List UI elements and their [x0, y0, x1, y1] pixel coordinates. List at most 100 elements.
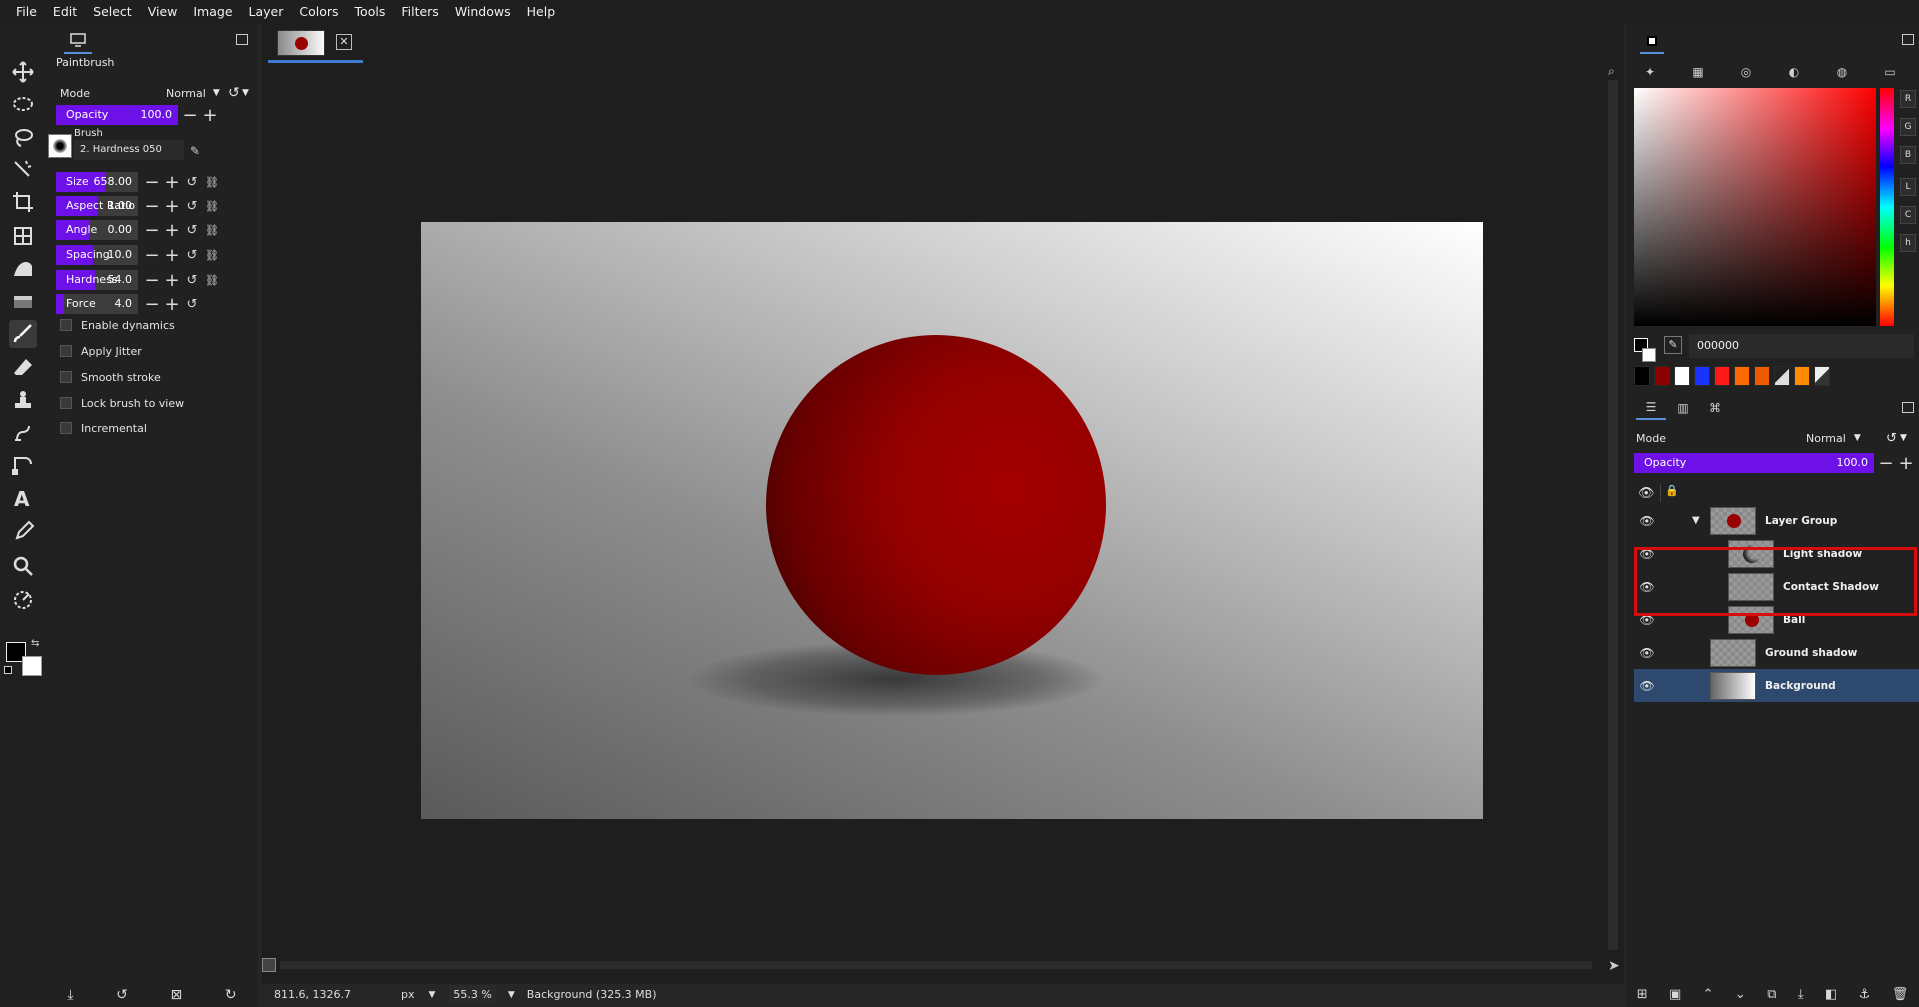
- collapse-group-icon[interactable]: ▼: [1692, 515, 1700, 526]
- tool-options-tab[interactable]: [64, 28, 92, 54]
- image-canvas[interactable]: [421, 222, 1483, 819]
- raise-layer-icon[interactable]: ⌃: [1703, 987, 1714, 1002]
- link-icon[interactable]: ⛓: [202, 270, 222, 290]
- reset-options-icon[interactable]: ↻: [225, 987, 237, 1003]
- aspect-ratio-slider[interactable]: Aspect Ratio 1.00: [56, 196, 138, 216]
- reset-mode-icon[interactable]: ↺: [228, 85, 240, 101]
- brush-name[interactable]: 2. Hardness 050: [74, 140, 184, 160]
- color-pick-icon[interactable]: ✎: [1664, 336, 1682, 354]
- link-icon[interactable]: ⛓: [202, 196, 222, 216]
- menu-filters[interactable]: Filters: [393, 0, 446, 24]
- fuzzy-select-icon[interactable]: [9, 156, 37, 184]
- menu-view[interactable]: View: [140, 0, 186, 24]
- lower-layer-icon[interactable]: ⌄: [1735, 987, 1746, 1002]
- decrease-button[interactable]: −: [142, 245, 162, 266]
- menu-help[interactable]: Help: [519, 0, 564, 24]
- history-swatch[interactable]: [1714, 366, 1730, 386]
- ellipse-select-icon[interactable]: [9, 90, 37, 118]
- save-preset-icon[interactable]: ⤓: [67, 987, 73, 1003]
- reset-icon[interactable]: ↺: [182, 220, 202, 240]
- text-icon[interactable]: A: [9, 484, 37, 512]
- channels-tab-icon[interactable]: ▥: [1668, 396, 1698, 420]
- move-icon[interactable]: [9, 58, 37, 86]
- new-group-icon[interactable]: ▣: [1669, 987, 1681, 1002]
- close-icon[interactable]: ✕: [336, 34, 352, 50]
- increase-button[interactable]: +: [1896, 453, 1916, 474]
- decrease-button[interactable]: −: [1876, 453, 1896, 474]
- decrease-button[interactable]: −: [142, 294, 162, 315]
- fg-bg-tab-icon[interactable]: [1640, 30, 1664, 54]
- unit-select[interactable]: px ▼: [401, 988, 435, 1001]
- paths-tab-icon[interactable]: ⌘: [1700, 396, 1730, 420]
- decrease-button[interactable]: −: [142, 220, 162, 241]
- bg-color-mini[interactable]: [1642, 348, 1656, 362]
- color-picker-tab-icon[interactable]: ✦: [1626, 57, 1674, 87]
- menu-tools[interactable]: Tools: [347, 0, 394, 24]
- menu-select[interactable]: Select: [85, 0, 140, 24]
- panel-menu-icon[interactable]: [1902, 34, 1914, 45]
- zoom-icon[interactable]: [9, 552, 37, 580]
- scales-tab-icon[interactable]: ◍: [1818, 57, 1866, 87]
- clone-icon[interactable]: [9, 386, 37, 414]
- increase-button[interactable]: +: [162, 220, 182, 241]
- channel-b[interactable]: B: [1900, 146, 1916, 164]
- eraser-icon[interactable]: [9, 354, 37, 382]
- color-picker-icon[interactable]: [9, 518, 37, 546]
- history-swatch[interactable]: [1654, 366, 1670, 386]
- smudge-icon[interactable]: [9, 418, 37, 446]
- default-colors-icon[interactable]: [4, 666, 12, 674]
- vertical-scrollbar[interactable]: [1608, 80, 1618, 950]
- lock-icon[interactable]: 🔒: [1660, 484, 1679, 502]
- history-swatch[interactable]: [1694, 366, 1710, 386]
- water-tab-icon[interactable]: ◎: [1722, 57, 1770, 87]
- channel-h[interactable]: h: [1900, 234, 1916, 252]
- reset-icon[interactable]: ↺: [182, 270, 202, 290]
- anchor-icon[interactable]: ⚓: [1859, 987, 1871, 1002]
- lasso-icon[interactable]: [9, 124, 37, 152]
- increase-button[interactable]: +: [162, 245, 182, 266]
- increase-button[interactable]: +: [162, 294, 182, 315]
- lock-brush-checkbox[interactable]: Lock brush to view: [60, 394, 184, 412]
- hardness-slider[interactable]: Hardness 54.0: [56, 270, 138, 290]
- link-icon[interactable]: ⛓: [202, 245, 222, 265]
- channel-l[interactable]: L: [1900, 178, 1916, 196]
- layer-row-ground-shadow[interactable]: 👁 Ground shadow: [1634, 636, 1919, 669]
- decrease-button[interactable]: −: [142, 196, 162, 217]
- edit-brush-icon[interactable]: ✎: [190, 144, 200, 158]
- zoom-field[interactable]: 55.3 %: [449, 985, 496, 1004]
- history-swatch[interactable]: [1774, 366, 1790, 386]
- eye-icon[interactable]: 👁: [1638, 644, 1656, 662]
- new-layer-icon[interactable]: ⊞: [1637, 987, 1648, 1002]
- add-mask-icon[interactable]: ◧: [1825, 987, 1837, 1002]
- chevron-down-icon[interactable]: ▼: [1900, 433, 1907, 443]
- eye-icon[interactable]: 👁: [1638, 677, 1656, 695]
- menu-edit[interactable]: Edit: [45, 0, 85, 24]
- history-swatch[interactable]: [1754, 366, 1770, 386]
- cmyk-tab-icon[interactable]: ▦: [1674, 57, 1722, 87]
- layer-row-layer-group[interactable]: 👁 ▼ Layer Group: [1634, 504, 1919, 537]
- smooth-stroke-checkbox[interactable]: Smooth stroke: [60, 368, 161, 386]
- merge-down-icon[interactable]: ⤓: [1798, 987, 1804, 1002]
- menu-colors[interactable]: Colors: [291, 0, 346, 24]
- link-icon[interactable]: ⛓: [202, 220, 222, 240]
- saturation-value-picker[interactable]: [1634, 88, 1876, 326]
- hue-strip[interactable]: [1880, 88, 1894, 326]
- history-swatch[interactable]: [1634, 366, 1650, 386]
- gradient-icon[interactable]: [9, 286, 37, 314]
- layer-mode-select[interactable]: Normal ▼: [1806, 432, 1861, 445]
- increase-button[interactable]: +: [162, 270, 182, 291]
- search-icon[interactable]: ⌕: [1608, 64, 1615, 79]
- restore-preset-icon[interactable]: ↺: [116, 987, 128, 1003]
- layer-opacity-slider[interactable]: Opacity 100.0: [1634, 453, 1874, 473]
- increase-button[interactable]: +: [162, 172, 182, 193]
- chevron-down-icon[interactable]: ▼: [242, 88, 249, 98]
- scroll-track[interactable]: [280, 961, 1592, 969]
- horizontal-scrollbar[interactable]: [262, 958, 1594, 972]
- reset-icon[interactable]: ↺: [182, 245, 202, 265]
- transform-icon[interactable]: [9, 222, 37, 250]
- paintbrush-icon[interactable]: [9, 320, 37, 348]
- layers-tab-icon[interactable]: ☰: [1636, 396, 1666, 420]
- layer-row-background[interactable]: 👁 Background: [1634, 669, 1919, 702]
- duplicate-layer-icon[interactable]: ⧉: [1767, 987, 1776, 1002]
- history-swatch[interactable]: [1814, 366, 1830, 386]
